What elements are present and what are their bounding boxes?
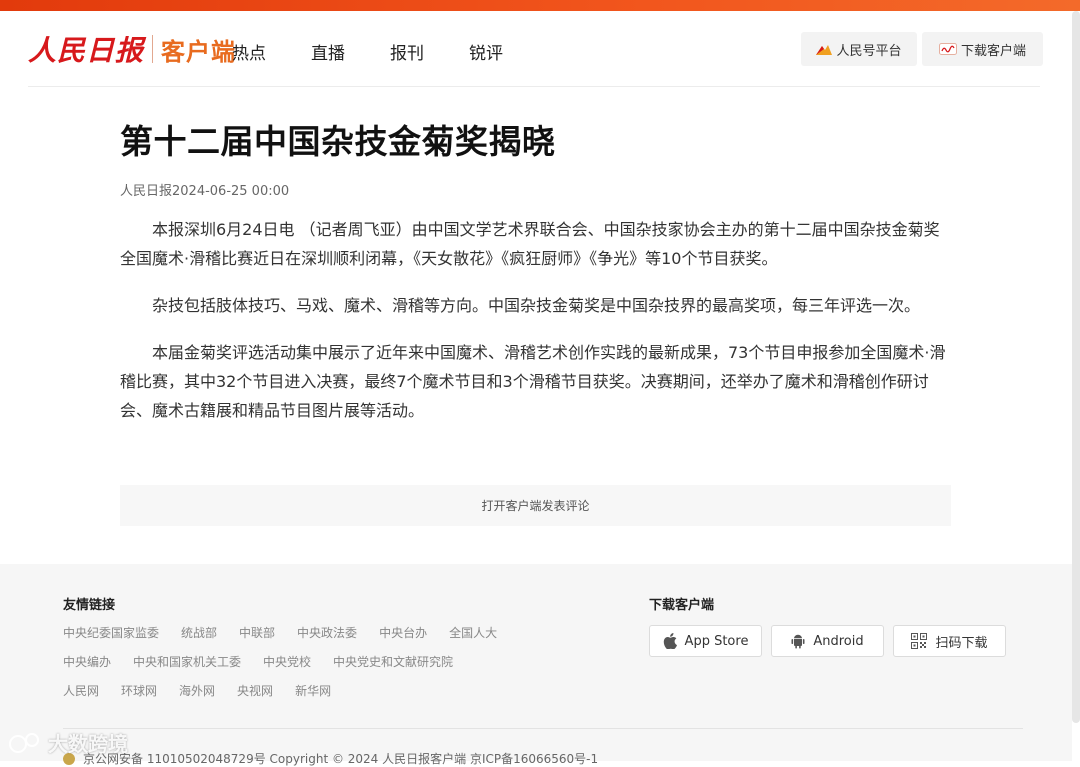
friend-links-row: 中央纪委国家监委 统战部 中联部 中央政法委 中央台办 全国人大 [63, 625, 603, 654]
copyright-line: 京公网安备 11010502048729号 Copyright © 2024 人… [63, 750, 598, 767]
article-title: 第十二届中国杂技金菊奖揭晓 [120, 122, 556, 161]
appstore-button[interactable]: App Store [649, 625, 762, 657]
download-title: 下载客户端 [649, 598, 715, 613]
logo-app-label: 客户端 [161, 37, 237, 66]
friend-link[interactable]: 中央台办 [379, 625, 427, 641]
android-button[interactable]: Android [771, 625, 884, 657]
scan-download-label: 扫码下载 [935, 635, 988, 651]
comment-button[interactable]: 打开客户端发表评论 [120, 485, 951, 526]
android-icon [791, 634, 805, 649]
friend-link[interactable]: 央视网 [237, 683, 273, 699]
friend-links-title: 友情链接 [63, 598, 116, 613]
logo-wordmark: 人民日报 [28, 34, 145, 67]
article-source-date: 人民日报2024-06-25 00:00 [120, 184, 290, 199]
footer-divider [63, 728, 1023, 729]
site-footer: 友情链接 中央纪委国家监委 统战部 中联部 中央政法委 中央台办 全国人大 中央… [0, 564, 1072, 766]
friend-link[interactable]: 中央政法委 [297, 625, 357, 641]
watermark-text: 大数跨境 [48, 732, 128, 756]
friend-link[interactable]: 中央纪委国家监委 [63, 625, 159, 641]
article-paragraph: 杂技包括肢体技巧、马戏、魔术、滑稽等方向。中国杂技金菊奖是中国杂技界的最高奖项，… [152, 296, 921, 315]
download-app-label: 下载客户端 [960, 43, 1026, 59]
brand-logo[interactable]: 人民日报 客户端 [28, 29, 236, 69]
friend-link[interactable]: 中央党史和文献研究院 [333, 654, 453, 670]
friend-link[interactable]: 中央和国家机关工委 [133, 654, 241, 670]
scan-download-button[interactable]: 扫码下载 [893, 625, 1006, 657]
header-divider [28, 86, 1040, 87]
friend-links-row: 人民网 环球网 海外网 央视网 新华网 [63, 683, 603, 712]
download-section: 下载客户端 App Store Android 扫码下载 [649, 594, 1029, 657]
friend-link[interactable]: 环球网 [121, 683, 157, 699]
friend-links: 友情链接 中央纪委国家监委 统战部 中联部 中央政法委 中央台办 全国人大 中央… [63, 594, 603, 712]
friend-link[interactable]: 海外网 [179, 683, 215, 699]
article-paragraph: 本报深圳6月24日电 （记者周飞亚）由中国文学艺术界联合会、中国杂技家协会主办的… [120, 220, 940, 268]
platform-button[interactable]: 人民号平台 [801, 32, 917, 66]
article-paragraph: 本届金菊奖评选活动集中展示了近年来中国魔术、滑稽艺术创作实践的最新成果，73个节… [120, 343, 946, 420]
logo-divider [152, 35, 154, 63]
article: 第十二届中国杂技金菊奖揭晓 人民日报2024-06-25 00:00 本报深圳6… [120, 120, 952, 425]
friend-link[interactable]: 中联部 [239, 625, 275, 641]
mountain-icon [816, 43, 833, 55]
friend-link[interactable]: 中央编办 [63, 654, 111, 670]
download-buttons: App Store Android 扫码下载 [649, 625, 1029, 657]
vertical-scrollbar[interactable] [1072, 11, 1080, 723]
nav-item-commentary[interactable]: 锐评 [469, 39, 503, 64]
appstore-label: App Store [684, 633, 749, 649]
site-header: 人民日报 客户端 热点 直播 报刊 锐评 人民号平台 下载客户端 [0, 11, 1072, 87]
platform-button-label: 人民号平台 [836, 43, 902, 59]
friend-link[interactable]: 统战部 [181, 625, 217, 641]
copyright-text: 京公网安备 11010502048729号 Copyright © 2024 人… [83, 752, 599, 766]
android-label: Android [813, 633, 864, 649]
apple-icon [663, 633, 677, 649]
friend-link[interactable]: 全国人大 [449, 625, 497, 641]
watermark: 大数跨境 [8, 728, 128, 757]
nav-item-live[interactable]: 直播 [311, 39, 345, 64]
app-logo-icon [938, 43, 957, 55]
download-app-button[interactable]: 下载客户端 [922, 32, 1043, 66]
top-accent-bar [0, 0, 1080, 11]
friend-links-row: 中央编办 中央和国家机关工委 中央党校 中央党史和文献研究院 [63, 654, 603, 683]
nav-item-hot[interactable]: 热点 [232, 39, 266, 64]
friend-link[interactable]: 中央党校 [263, 654, 311, 670]
main-nav: 热点 直播 报刊 锐评 [232, 39, 548, 64]
friend-link[interactable]: 新华网 [295, 683, 331, 699]
friend-link[interactable]: 人民网 [63, 683, 99, 699]
qr-code-icon [911, 633, 928, 649]
nav-item-newspaper[interactable]: 报刊 [390, 39, 424, 64]
watermark-logo-icon [9, 732, 39, 753]
